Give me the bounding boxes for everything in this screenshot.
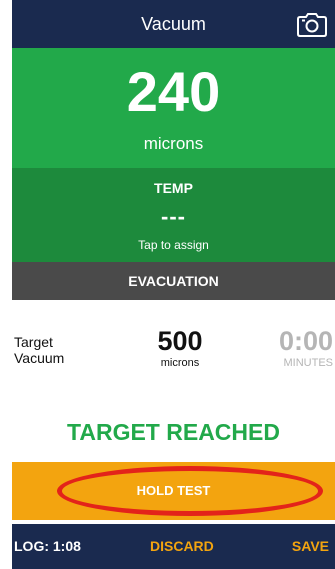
camera-icon[interactable] [297, 13, 327, 37]
target-label-line1: Target [14, 334, 53, 350]
timer-display: 0:00 MINUTES [263, 326, 334, 370]
hold-test-button[interactable]: HOLD TEST [12, 462, 335, 520]
bottom-bar: LOG: 1:08 DISCARD SAVE [12, 524, 335, 569]
target-vacuum-label: Target Vacuum [14, 334, 64, 366]
discard-button[interactable]: DISCARD [150, 524, 214, 569]
vacuum-reading-panel: 240 microns [12, 48, 335, 168]
vacuum-reading-value: 240 [126, 60, 221, 123]
save-button[interactable]: SAVE [292, 524, 329, 569]
target-row: Target Vacuum 500 microns 0:00 MINUTES [12, 300, 335, 410]
temp-assign-hint: Tap to assign [138, 238, 209, 252]
target-vacuum-value: 500 [157, 326, 203, 356]
timer-value: 0:00 [278, 326, 333, 356]
target-reached-status: TARGET REACHED [67, 419, 280, 445]
vacuum-reading-unit: microns [143, 134, 204, 153]
hold-test-label: HOLD TEST [136, 483, 211, 498]
target-vacuum-setting[interactable]: 500 microns [130, 326, 230, 370]
top-bar: Vacuum [12, 0, 335, 48]
screen-title: Vacuum [141, 14, 206, 34]
target-vacuum-unit: microns [160, 357, 200, 369]
temp-label: TEMP [154, 180, 193, 196]
app-screen: Vacuum 240 microns TEMP --- Tap to assig… [12, 0, 335, 569]
timer-unit: MINUTES [283, 357, 334, 369]
target-label-line2: Vacuum [14, 350, 65, 366]
temp-value: --- [161, 204, 186, 229]
log-timer: LOG: 1:08 [14, 538, 81, 554]
temp-panel[interactable]: TEMP --- Tap to assign [12, 168, 335, 262]
evacuation-header: EVACUATION [12, 262, 335, 300]
